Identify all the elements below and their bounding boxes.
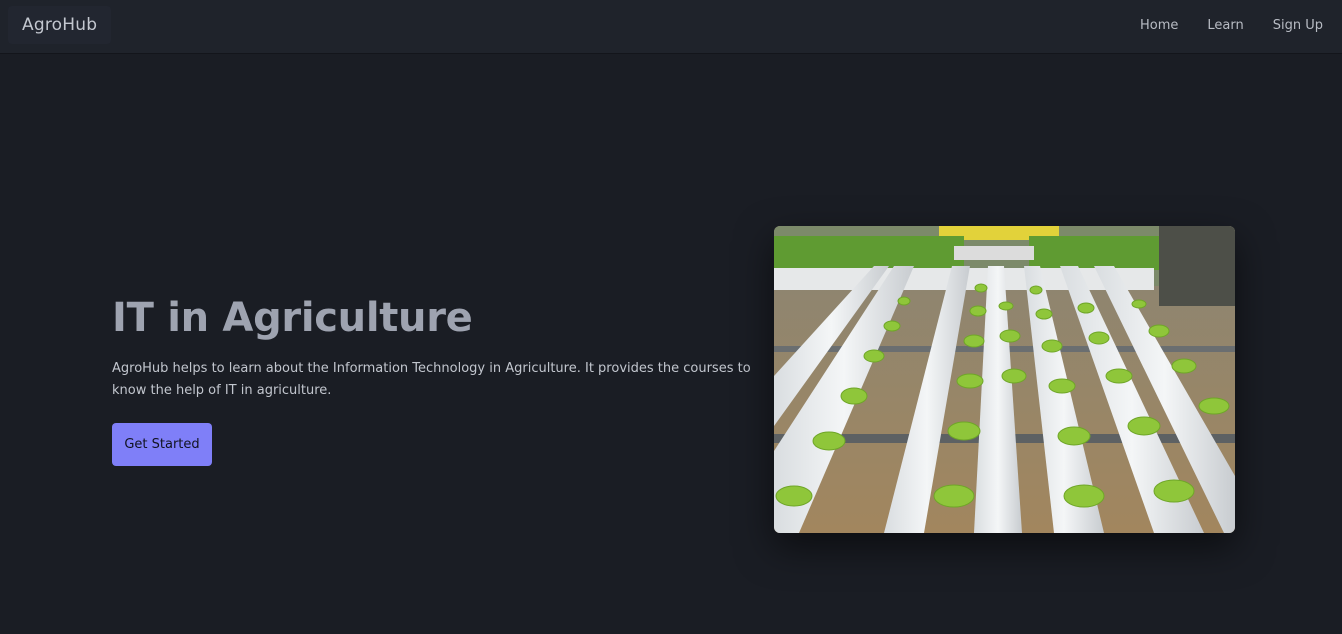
brand-logo[interactable]: AgroHub [8,6,112,44]
hero-image [774,226,1235,533]
nav-links: Home Learn Sign Up [1111,0,1323,50]
hero-section: IT in Agriculture AgroHub helps to learn… [112,290,762,466]
nav-link-signup[interactable]: Sign Up [1273,18,1323,33]
hydroponic-lettuce-photo [774,226,1235,533]
get-started-button[interactable]: Get Started [112,423,212,466]
navbar: AgroHub Home Learn Sign Up [0,0,1342,53]
nav-link-learn[interactable]: Learn [1207,18,1243,33]
hero-description: AgroHub helps to learn about the Informa… [112,361,751,398]
nav-link-home[interactable]: Home [1140,18,1178,33]
hero-title: IT in Agriculture [112,295,473,341]
